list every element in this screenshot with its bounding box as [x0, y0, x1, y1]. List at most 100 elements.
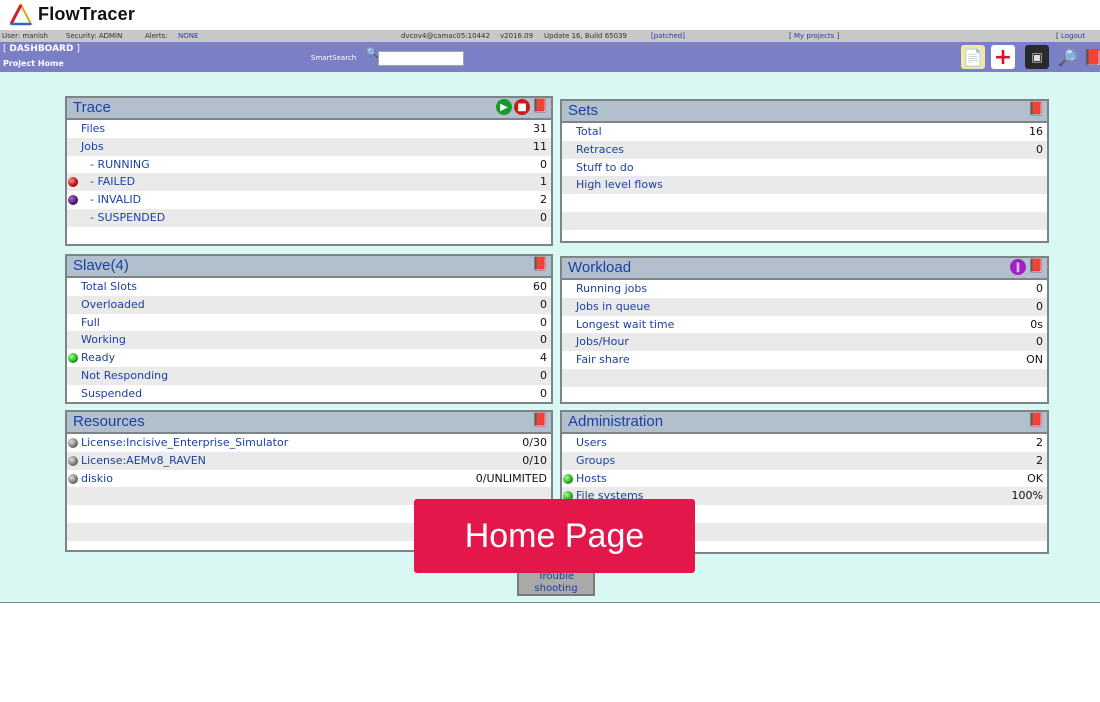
app-logo-text: FlowTracer [38, 4, 136, 24]
trace-suspended-link[interactable]: - SUSPENDED [90, 209, 165, 227]
administration-panel-title[interactable]: Administration [568, 413, 663, 430]
row-value: 31 [533, 122, 547, 135]
table-row: - INVALID 2 [67, 191, 551, 209]
workload-fair-share-link[interactable]: Fair share [576, 351, 630, 369]
table-row: License:Incisive_Enterprise_Simulator 0/3… [67, 434, 551, 452]
sets-panel-title[interactable]: Sets [568, 102, 598, 119]
row-value: 2 [1036, 436, 1043, 449]
slave-suspended-link[interactable]: Suspended [81, 385, 142, 403]
row-value: 0 [1036, 282, 1043, 295]
book-icon[interactable]: 📕 [1028, 413, 1044, 429]
add-icon[interactable]: + [991, 45, 1015, 70]
row-value: 0 [1036, 299, 1043, 313]
nav-bar: [ DASHBOARD ] Project Home SmartSearch 🔍… [0, 42, 1100, 72]
book-icon[interactable]: 📕 [532, 257, 548, 273]
book-icon[interactable]: 📕 [1081, 45, 1100, 69]
alerts-value-link[interactable]: NONE [178, 30, 198, 42]
row-value: 2 [1036, 453, 1043, 467]
slave-working-link[interactable]: Working [81, 331, 126, 349]
admin-hosts-link[interactable]: Hosts [576, 470, 607, 488]
slave-overloaded-link[interactable]: Overloaded [81, 296, 145, 314]
slave-panel-header: Slave(4) 📕 [67, 256, 551, 278]
row-value: 0 [540, 157, 547, 171]
admin-groups-link[interactable]: Groups [576, 452, 615, 470]
table-row: Fair share ON [562, 351, 1047, 369]
trace-panel-title[interactable]: Trace [73, 99, 111, 116]
workload-longest-wait-link[interactable]: Longest wait time [576, 316, 674, 334]
row-value: 60 [533, 280, 547, 293]
trace-panel-header: Trace ▶ ■ 📕 [67, 98, 551, 120]
slave-panel-title[interactable]: Slave(4) [73, 257, 129, 274]
workload-running-jobs-link[interactable]: Running jobs [576, 280, 647, 298]
trace-jobs-link[interactable]: Jobs [81, 138, 104, 156]
sets-high-level-link[interactable]: High level flows [576, 176, 663, 194]
resource-link[interactable]: diskio [81, 470, 113, 488]
user-label: User: manish [2, 32, 48, 40]
smartsearch-label: SmartSearch [311, 54, 357, 62]
sets-total-link[interactable]: Total [576, 123, 602, 141]
table-row: - SUSPENDED 0 [67, 208, 551, 227]
table-row: Retraces 0 [562, 140, 1047, 159]
pause-icon[interactable]: ‖ [1010, 259, 1026, 275]
resource-link[interactable]: License:Incisive_Enterprise_Simulator [81, 434, 288, 452]
workload-jobs-hour-link[interactable]: Jobs/Hour [576, 333, 629, 351]
sets-panel-header: Sets 📕 [562, 101, 1047, 123]
resource-link[interactable]: License:AEMv8_RAVEN [81, 452, 206, 470]
table-row: Total 16 [562, 123, 1047, 141]
resources-panel-title[interactable]: Resources [73, 413, 145, 430]
book-icon[interactable]: 📕 [532, 413, 548, 429]
magnifier-icon[interactable]: 🔎 [1056, 45, 1080, 69]
sets-retraces-link[interactable]: Retraces [576, 141, 624, 159]
my-projects-link[interactable]: My projects [794, 32, 834, 40]
table-row: Total Slots 60 [67, 278, 551, 296]
patched-link[interactable]: [patched] [651, 30, 685, 42]
table-row: Groups 2 [562, 451, 1047, 470]
dashboard-tab[interactable]: [ DASHBOARD ] [3, 44, 80, 54]
search-icon[interactable]: 🔍 [366, 48, 378, 59]
trace-failed-link[interactable]: - FAILED [90, 173, 135, 191]
table-row: Running jobs 0 [562, 280, 1047, 298]
sets-stuff-link[interactable]: Stuff to do [576, 159, 634, 177]
workload-panel: Workload ‖ 📕 Running jobs 0 Jobs in queue… [560, 256, 1049, 404]
slave-not-responding-link[interactable]: Not Responding [81, 367, 168, 385]
row-value: 4 [540, 351, 547, 365]
trace-invalid-link[interactable]: - INVALID [90, 191, 141, 209]
version-label: v2016.09 [500, 32, 534, 40]
slave-rows: Total Slots 60 Overloaded 0 Full 0 Working 0… [67, 278, 551, 403]
workload-jobs-in-queue-link[interactable]: Jobs in queue [576, 298, 650, 316]
row-value: 0 [540, 386, 547, 400]
resource-status-icon [68, 438, 78, 448]
administration-panel-header: Administration 📕 [562, 412, 1047, 434]
book-icon[interactable]: 📕 [1028, 259, 1044, 275]
book-icon[interactable]: 📕 [532, 99, 548, 115]
app-header: FlowTracer [0, 0, 1100, 30]
row-value: ON [1026, 353, 1043, 367]
slave-ready-link[interactable]: Ready [81, 349, 115, 367]
trace-rows: Files 31 Jobs 11 - RUNNING 0 - FAILED 1 - IN… [67, 120, 551, 227]
trace-files-link[interactable]: Files [81, 120, 105, 138]
row-value: 0/30 [522, 436, 547, 449]
slave-total-slots-link[interactable]: Total Slots [81, 278, 137, 296]
play-icon[interactable]: ▶ [496, 99, 512, 115]
monitor-icon[interactable]: ▣ [1025, 45, 1049, 69]
table-row: Full 0 [67, 314, 551, 332]
admin-users-link[interactable]: Users [576, 434, 607, 452]
flowtracer-logo-icon [9, 3, 33, 26]
workload-panel-title[interactable]: Workload [568, 259, 631, 276]
row-value: 2 [540, 193, 547, 207]
sets-rows: Total 16 Retraces 0 Stuff to do High level… [562, 123, 1047, 230]
smartsearch-input[interactable] [378, 51, 464, 66]
resources-panel-header: Resources 📕 [67, 412, 551, 434]
row-value: 1 [540, 175, 547, 189]
notepad-icon[interactable]: 📄 [961, 45, 985, 69]
table-row: diskio 0/UNLIMITED [67, 470, 551, 488]
table-row: Ready 4 [67, 349, 551, 367]
stop-icon[interactable]: ■ [514, 99, 530, 115]
trace-running-link[interactable]: - RUNNING [90, 156, 150, 174]
table-row: Suspended 0 [67, 385, 551, 403]
row-value: 0 [540, 210, 547, 224]
slave-full-link[interactable]: Full [81, 314, 100, 332]
book-icon[interactable]: 📕 [1028, 102, 1044, 118]
table-row: Stuff to do [562, 159, 1047, 177]
logout-link[interactable]: Logout [1061, 32, 1085, 40]
